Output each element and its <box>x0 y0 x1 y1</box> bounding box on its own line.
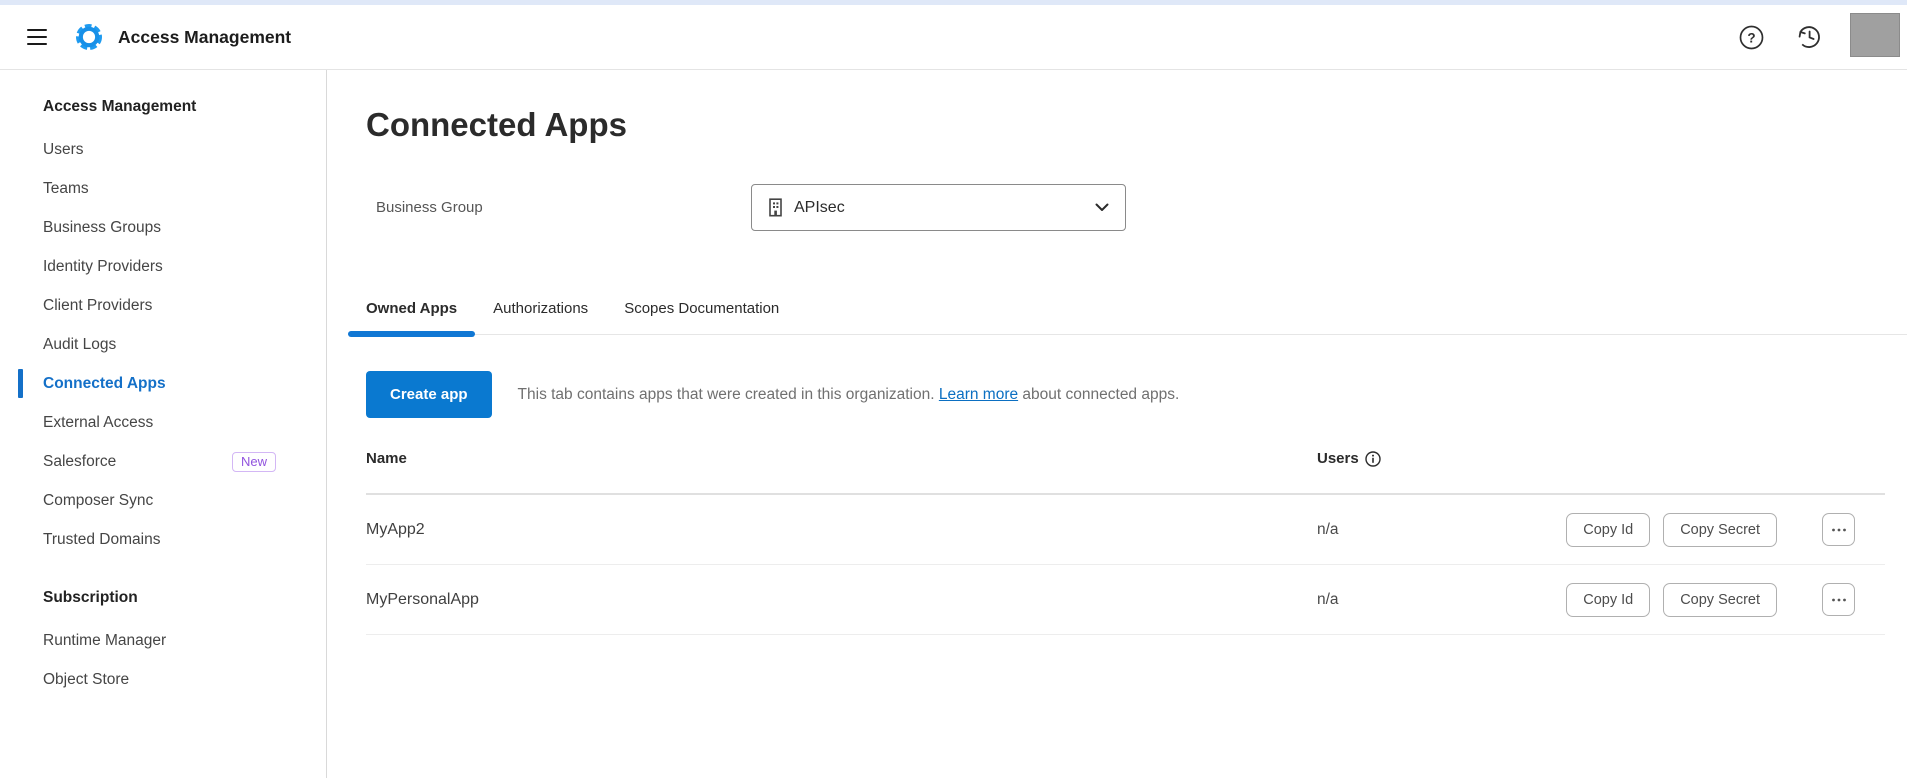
sidebar-section-subscription: Subscription <box>0 583 326 613</box>
sidebar-item-users[interactable]: Users <box>0 130 326 169</box>
more-actions-button[interactable] <box>1822 513 1855 546</box>
app-title: Access Management <box>118 27 291 48</box>
sidebar-item-client-providers[interactable]: Client Providers <box>0 286 326 325</box>
tab-owned-apps[interactable]: Owned Apps <box>348 299 475 334</box>
tab-authorizations[interactable]: Authorizations <box>475 299 606 334</box>
learn-more-link[interactable]: Learn more <box>939 386 1018 403</box>
business-group-row: Business Group APIsec <box>366 184 1885 231</box>
create-app-row: Create app This tab contains apps that w… <box>366 371 1885 418</box>
app-users-count: n/a <box>1317 591 1477 609</box>
row-actions: Copy Id Copy Secret <box>1566 583 1885 617</box>
app-name: MyPersonalApp <box>366 591 1317 609</box>
help-icon[interactable]: ? <box>1738 24 1764 50</box>
topbar: Access Management ? <box>0 5 1907 70</box>
sidebar-item-identity-providers[interactable]: Identity Providers <box>0 247 326 286</box>
copy-secret-button[interactable]: Copy Secret <box>1663 583 1777 617</box>
sidebar-section-access-management: Access Management <box>0 92 326 122</box>
sidebar-item-composer-sync[interactable]: Composer Sync <box>0 481 326 520</box>
sidebar: Access Management Users Teams Business G… <box>0 70 327 778</box>
app-users-count: n/a <box>1317 521 1477 539</box>
table-header: Name Users <box>366 450 1885 495</box>
sidebar-item-external-access[interactable]: External Access <box>0 403 326 442</box>
sidebar-item-teams[interactable]: Teams <box>0 169 326 208</box>
page-title: Connected Apps <box>366 104 1885 146</box>
chevron-down-icon <box>1095 203 1109 212</box>
new-badge: New <box>232 452 276 472</box>
anypoint-logo-icon <box>75 23 103 51</box>
history-icon[interactable] <box>1796 24 1822 50</box>
more-actions-button[interactable] <box>1822 583 1855 616</box>
sidebar-item-salesforce[interactable]: Salesforce New <box>0 442 326 481</box>
business-group-selected-value: APIsec <box>794 199 845 217</box>
sidebar-item-business-groups[interactable]: Business Groups <box>0 208 326 247</box>
sidebar-item-audit-logs[interactable]: Audit Logs <box>0 325 326 364</box>
active-indicator-bar <box>18 369 23 398</box>
app-name: MyApp2 <box>366 521 1317 539</box>
create-app-button[interactable]: Create app <box>366 371 492 418</box>
tab-description: This tab contains apps that were created… <box>518 386 1180 404</box>
svg-text:?: ? <box>1747 30 1755 45</box>
copy-id-button[interactable]: Copy Id <box>1566 513 1650 547</box>
sidebar-item-runtime-manager[interactable]: Runtime Manager <box>0 621 326 660</box>
tab-bar: Owned Apps Authorizations Scopes Documen… <box>348 299 1907 335</box>
copy-id-button[interactable]: Copy Id <box>1566 583 1650 617</box>
sidebar-item-object-store[interactable]: Object Store <box>0 660 326 699</box>
row-actions: Copy Id Copy Secret <box>1566 513 1885 547</box>
sidebar-item-trusted-domains[interactable]: Trusted Domains <box>0 520 326 559</box>
column-header-name: Name <box>366 450 1317 467</box>
main-content: Connected Apps Business Group APIsec Own… <box>327 70 1907 778</box>
ellipsis-icon <box>1831 528 1847 532</box>
tab-scopes-documentation[interactable]: Scopes Documentation <box>606 299 797 334</box>
building-icon <box>768 198 783 217</box>
menu-icon[interactable] <box>27 29 47 45</box>
copy-secret-button[interactable]: Copy Secret <box>1663 513 1777 547</box>
business-group-dropdown[interactable]: APIsec <box>751 184 1126 231</box>
business-group-label: Business Group <box>366 199 751 216</box>
ellipsis-icon <box>1831 598 1847 602</box>
avatar[interactable] <box>1850 13 1900 57</box>
topbar-actions: ? <box>1738 17 1907 57</box>
info-icon[interactable] <box>1365 451 1381 467</box>
column-header-users: Users <box>1317 450 1885 467</box>
table-row: MyApp2 n/a Copy Id Copy Secret <box>366 495 1885 565</box>
table-row: MyPersonalApp n/a Copy Id Copy Secret <box>366 565 1885 635</box>
sidebar-item-connected-apps[interactable]: Connected Apps <box>0 364 326 403</box>
